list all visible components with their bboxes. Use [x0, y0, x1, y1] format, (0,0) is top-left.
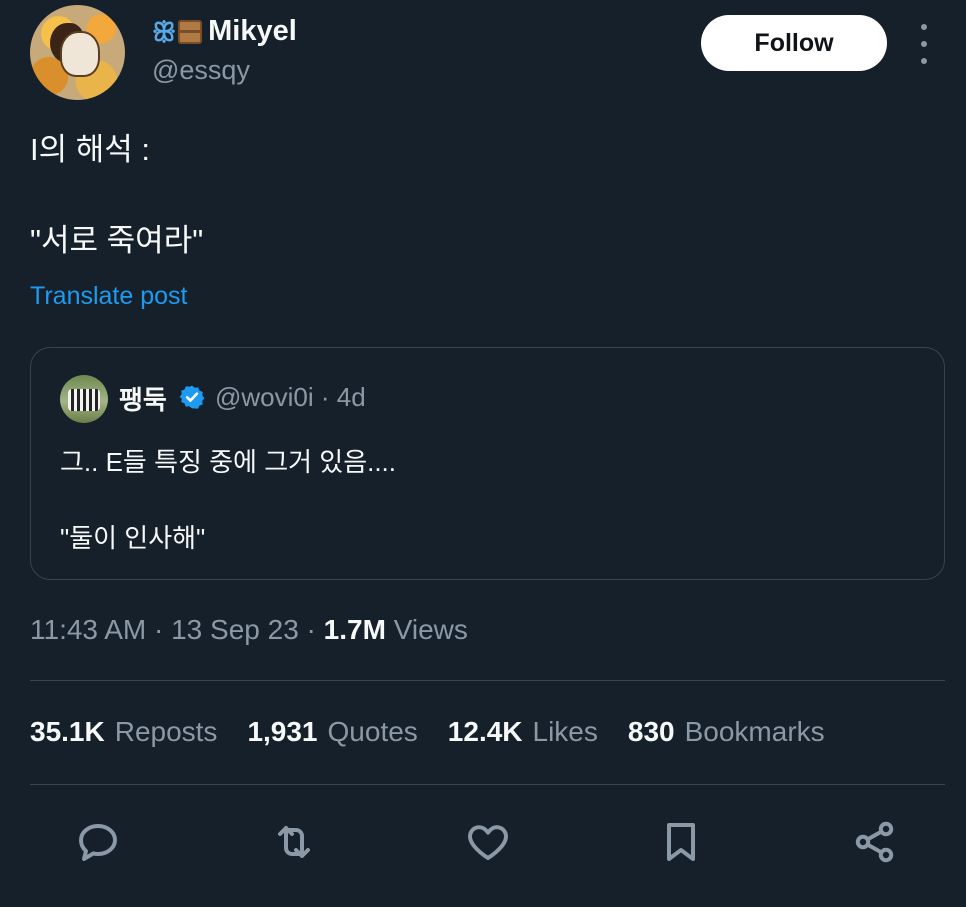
tweet-text-line: I의 해석 :: [30, 132, 151, 167]
reposts-count: 35.1K: [30, 716, 105, 747]
likes-label: Likes: [532, 716, 598, 747]
more-options-icon[interactable]: [914, 24, 934, 64]
author-display-name[interactable]: ꕥ Mikyel: [152, 15, 297, 48]
share-icon: [855, 821, 894, 863]
bookmarks-count: 830: [627, 716, 675, 747]
avatar-face: [60, 31, 100, 77]
quoted-tweet-text-line: "둘이 인사해": [60, 523, 206, 553]
time-date[interactable]: 11:43 AM · 13 Sep 23 ·: [30, 614, 324, 645]
engagement-stats: 35.1K Reposts 1,931 Quotes 12.4K Likes 830 B…: [30, 716, 825, 748]
likes-count: 12.4K: [447, 716, 523, 747]
bookmark-icon: [667, 823, 695, 861]
post-detail: ꕥ Mikyel @essqy Follow I의 해석 : "서로 죽여라" …: [0, 0, 966, 907]
butterfly-icon: ꕥ: [152, 16, 177, 47]
translate-post-link[interactable]: Translate post: [30, 282, 187, 311]
divider: [30, 680, 945, 681]
divider: [30, 784, 945, 785]
quoted-author-name: 팽둑: [119, 385, 167, 415]
views-count: 1.7M: [323, 614, 386, 645]
follow-button[interactable]: Follow: [701, 15, 887, 71]
repost-icon: [278, 826, 310, 858]
package-icon: [178, 19, 203, 44]
quoted-tweet-card[interactable]: 팽둑 @wovi0i · 4d 그.. E들 특징 중에 그거 있음.... "…: [30, 347, 945, 580]
author-name-text: Mikyel: [208, 15, 297, 47]
tweet-text-line: "서로 죽여라": [30, 223, 204, 258]
author-handle[interactable]: @essqy: [152, 55, 250, 86]
repost-button[interactable]: [270, 818, 318, 866]
author-avatar[interactable]: [30, 5, 125, 100]
quoted-author-avatar: [60, 375, 108, 423]
quotes-label: Quotes: [327, 716, 418, 747]
reposts-label: Reposts: [114, 716, 218, 747]
verified-badge-icon: [179, 385, 205, 409]
post-timestamp: 11:43 AM · 13 Sep 23 · 1.7M Views: [30, 614, 468, 646]
like-button[interactable]: [464, 818, 512, 866]
like-icon: [468, 825, 508, 860]
reply-icon: [79, 824, 117, 861]
bookmark-button[interactable]: [657, 818, 705, 866]
quotes-stat[interactable]: 1,931 Quotes: [247, 716, 417, 748]
share-button[interactable]: [851, 818, 899, 866]
quoted-author-handle-time: @wovi0i · 4d: [215, 382, 366, 412]
bookmarks-label: Bookmarks: [684, 716, 825, 747]
reposts-stat[interactable]: 35.1K Reposts: [30, 716, 217, 748]
reply-button[interactable]: [74, 818, 122, 866]
likes-stat[interactable]: 12.4K Likes: [448, 716, 598, 748]
quotes-count: 1,931: [247, 716, 318, 747]
quoted-tweet-text-line: 그.. E들 특징 중에 그거 있음....: [60, 447, 397, 477]
bookmarks-stat[interactable]: 830 Bookmarks: [628, 716, 825, 748]
views-label: Views: [385, 614, 468, 645]
